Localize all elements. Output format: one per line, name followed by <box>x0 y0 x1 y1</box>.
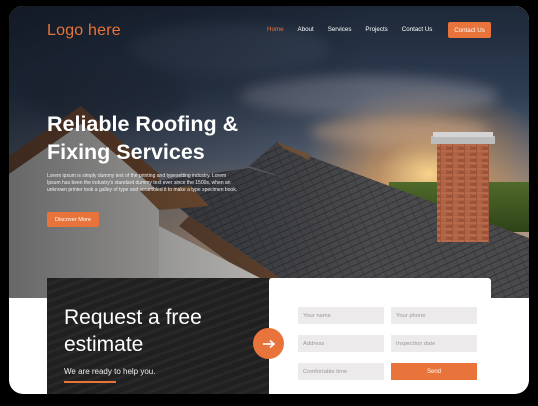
nav-item-services[interactable]: Services <box>328 26 352 33</box>
nav-item-home[interactable]: Home <box>267 26 284 33</box>
hero-section: Logo here Home About Services Projects C… <box>9 6 529 298</box>
browser-frame: Logo here Home About Services Projects C… <box>9 6 529 394</box>
logo[interactable]: Logo here <box>47 22 121 40</box>
send-button[interactable]: Send <box>391 363 477 380</box>
address-field[interactable] <box>298 335 384 352</box>
name-field[interactable] <box>298 307 384 324</box>
inspection-date-field[interactable] <box>391 335 477 352</box>
phone-field[interactable] <box>391 307 477 324</box>
main-nav: Home About Services Projects Contact Us <box>267 26 432 33</box>
arrow-right-button[interactable] <box>253 328 284 359</box>
arrow-right-icon <box>262 339 275 348</box>
estimate-title: Request a free estimate <box>64 306 202 356</box>
nav-item-contact[interactable]: Contact Us <box>402 26 433 33</box>
estimate-subtitle: We are ready to help you. <box>64 367 156 376</box>
hero-title: Reliable Roofing & Fixing Services <box>47 112 239 164</box>
nav-item-projects[interactable]: Projects <box>365 26 387 33</box>
discover-more-button[interactable]: Discover More <box>47 212 99 227</box>
estimate-form: Send <box>269 278 491 394</box>
nav-item-about[interactable]: About <box>298 26 314 33</box>
accent-underline <box>64 381 116 383</box>
hero-description: Lorem ipsum is simply dummy text of the … <box>47 173 238 193</box>
estimate-panel: Request a free estimate We are ready to … <box>47 278 269 394</box>
comfortable-time-field[interactable] <box>298 363 384 380</box>
contact-us-button[interactable]: Contact Us <box>448 22 491 38</box>
